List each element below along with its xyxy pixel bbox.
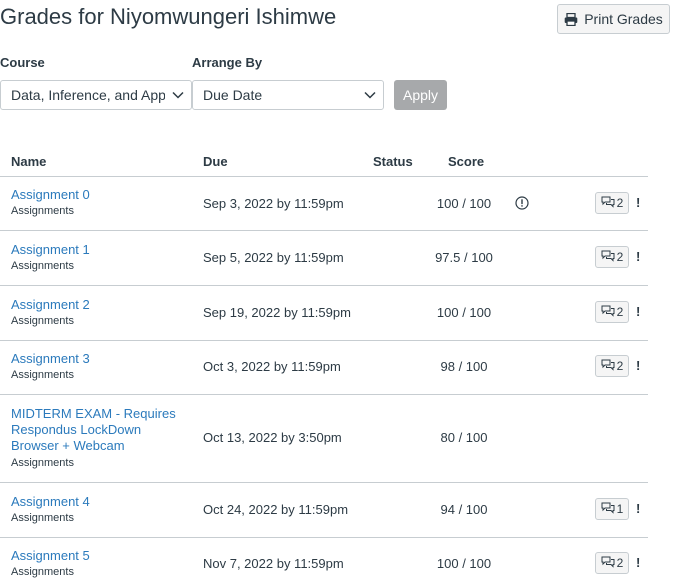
assignment-link[interactable]: Assignment 3 <box>11 351 90 367</box>
table-row: Assignment 2 Assignments Sep 19, 2022 by… <box>0 286 648 341</box>
assignment-link[interactable]: Assignment 5 <box>11 548 90 564</box>
printer-icon <box>564 12 578 26</box>
chevron-down-icon <box>165 91 191 99</box>
assignment-category: Assignments <box>11 512 74 524</box>
score: 100 / 100 <box>436 305 492 320</box>
chevron-down-icon <box>357 91 383 99</box>
assignment-link[interactable]: Assignment 2 <box>11 297 90 313</box>
flag-indicator: ! <box>636 249 641 264</box>
score: 94 / 100 <box>440 502 488 517</box>
table-row: Assignment 1 Assignments Sep 5, 2022 by … <box>0 231 648 286</box>
comment-bubbles-icon <box>601 250 615 265</box>
due-date: Nov 7, 2022 by 11:59pm <box>203 556 344 571</box>
table-row: Assignment 5 Assignments Nov 7, 2022 by … <box>0 538 648 579</box>
table-row: Assignment 3 Assignments Oct 3, 2022 by … <box>0 341 648 395</box>
comment-count: 2 <box>616 305 624 319</box>
assignment-category: Assignments <box>11 457 74 469</box>
comments-button[interactable]: 2 <box>595 301 629 323</box>
course-label: Course <box>0 55 45 70</box>
comments-button[interactable]: 2 <box>595 246 629 268</box>
assignment-link[interactable]: MIDTERM EXAM - Requires Respondus LockDo… <box>11 406 186 454</box>
column-header-due: Due <box>203 154 228 169</box>
assignment-category: Assignments <box>11 205 74 217</box>
due-date: Sep 5, 2022 by 11:59pm <box>203 250 344 265</box>
comment-bubbles-icon <box>601 502 615 517</box>
course-select[interactable]: Data, Inference, and Applie <box>0 80 192 110</box>
apply-button[interactable]: Apply <box>394 80 447 110</box>
score: 100 / 100 <box>436 556 492 571</box>
comment-bubbles-icon <box>601 196 615 211</box>
comment-count: 2 <box>616 359 624 373</box>
column-header-status: Status <box>373 154 413 169</box>
score: 80 / 100 <box>440 430 488 445</box>
assignment-link[interactable]: Assignment 0 <box>11 187 90 203</box>
arrange-by-select[interactable]: Due Date <box>192 80 384 110</box>
flag-indicator: ! <box>636 304 641 319</box>
flag-indicator: ! <box>636 358 641 373</box>
table-row: Assignment 4 Assignments Oct 24, 2022 by… <box>0 483 648 538</box>
flag-indicator: ! <box>636 501 641 516</box>
comments-button[interactable]: 2 <box>595 355 629 377</box>
assignment-category: Assignments <box>11 315 74 327</box>
print-grades-label: Print Grades <box>584 11 663 27</box>
due-date: Oct 3, 2022 by 11:59pm <box>203 359 341 374</box>
score: 100 / 100 <box>436 196 492 211</box>
arrange-by-label: Arrange By <box>192 55 263 70</box>
assignment-link[interactable]: Assignment 4 <box>11 494 90 510</box>
table-row: MIDTERM EXAM - Requires Respondus LockDo… <box>0 395 648 483</box>
assignment-category: Assignments <box>11 369 74 381</box>
due-date: Oct 24, 2022 by 11:59pm <box>203 502 349 517</box>
comment-bubbles-icon <box>601 359 615 374</box>
comment-count: 1 <box>616 502 624 516</box>
table-row: Assignment 0 Assignments Sep 3, 2022 by … <box>0 177 648 231</box>
assignment-link[interactable]: Assignment 1 <box>11 242 90 258</box>
assignment-category: Assignments <box>11 260 74 272</box>
comments-button[interactable]: 2 <box>595 192 629 214</box>
arrange-by-select-value: Due Date <box>203 87 263 103</box>
warning-circle-icon[interactable] <box>515 196 529 210</box>
comment-bubbles-icon <box>601 305 615 320</box>
comment-count: 2 <box>616 556 624 570</box>
score: 97.5 / 100 <box>435 250 493 265</box>
comment-bubbles-icon <box>601 556 615 571</box>
due-date: Sep 19, 2022 by 11:59pm <box>203 305 351 320</box>
due-date: Sep 3, 2022 by 11:59pm <box>203 196 344 211</box>
flag-indicator: ! <box>636 555 641 570</box>
due-date: Oct 13, 2022 by 3:50pm <box>203 430 342 445</box>
comment-count: 2 <box>616 196 624 210</box>
comments-button[interactable]: 2 <box>595 552 629 574</box>
flag-indicator: ! <box>636 195 641 210</box>
column-header-score: Score <box>448 154 485 169</box>
column-header-name: Name <box>11 154 47 169</box>
comments-button[interactable]: 1 <box>595 498 629 520</box>
page-title: Grades for Niyomwungeri Ishimwe <box>0 4 337 29</box>
comment-count: 2 <box>616 250 624 264</box>
score: 98 / 100 <box>440 359 488 374</box>
print-grades-button[interactable]: Print Grades <box>557 4 670 34</box>
course-select-value: Data, Inference, and Applie <box>11 87 165 103</box>
assignment-category: Assignments <box>11 566 74 578</box>
